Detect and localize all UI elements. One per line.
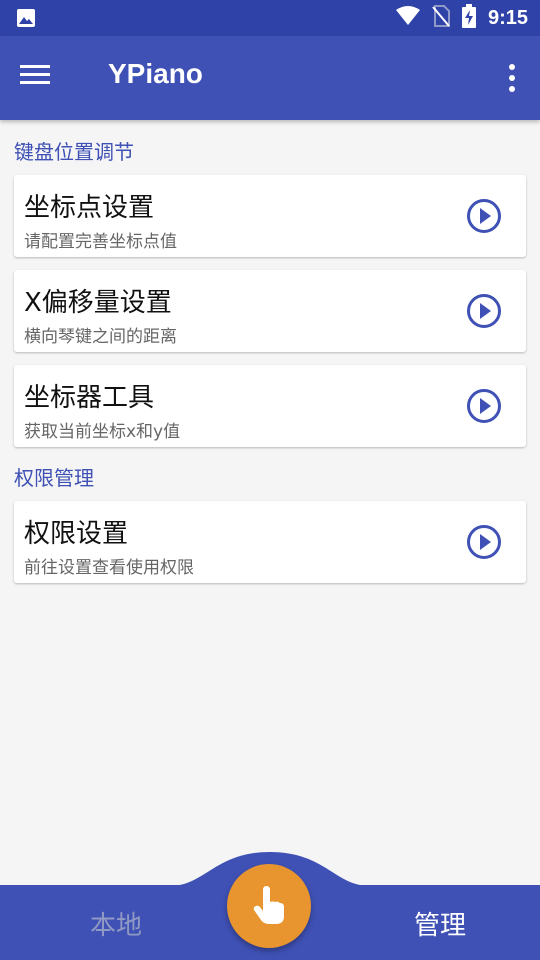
setting-subtitle: 横向琴键之间的距离 xyxy=(24,327,177,347)
more-vert-icon[interactable] xyxy=(502,62,522,94)
app-title: YPiano xyxy=(108,58,203,89)
play-circle-icon[interactable] xyxy=(466,524,502,560)
no-sim-icon xyxy=(432,5,450,31)
setting-title: 坐标点设置 xyxy=(24,193,155,223)
setting-x-offset[interactable]: X偏移量设置 横向琴键之间的距离 xyxy=(14,270,526,352)
setting-permissions[interactable]: 权限设置 前往设置查看使用权限 xyxy=(14,501,526,583)
setting-title: 坐标器工具 xyxy=(24,383,155,413)
touch-hand-icon xyxy=(253,886,284,924)
wifi-icon xyxy=(395,6,420,30)
image-icon xyxy=(16,8,36,32)
battery-charging-icon xyxy=(461,4,476,32)
fab-touch-button[interactable] xyxy=(227,864,311,948)
play-circle-icon[interactable] xyxy=(466,388,502,424)
play-circle-icon[interactable] xyxy=(466,198,502,234)
status-bar: 9:15 xyxy=(0,0,540,36)
play-circle-icon[interactable] xyxy=(466,293,502,329)
nav-tab-manage[interactable]: 管理 xyxy=(414,905,466,942)
app-bar: YPiano xyxy=(0,36,540,120)
setting-title: X偏移量设置 xyxy=(24,288,172,318)
setting-coordinate-tool[interactable]: 坐标器工具 获取当前坐标x和y值 xyxy=(14,365,526,447)
status-time: 9:15 xyxy=(487,6,528,29)
nav-tab-local[interactable]: 本地 xyxy=(90,905,142,942)
setting-subtitle: 请配置完善坐标点值 xyxy=(24,232,177,252)
section-title-keyboard: 键盘位置调节 xyxy=(14,140,134,164)
section-title-permissions: 权限管理 xyxy=(14,466,94,490)
setting-subtitle: 前往设置查看使用权限 xyxy=(24,558,194,578)
menu-icon[interactable] xyxy=(20,64,64,94)
setting-coordinate-points[interactable]: 坐标点设置 请配置完善坐标点值 xyxy=(14,175,526,257)
setting-subtitle: 获取当前坐标x和y值 xyxy=(24,422,181,442)
setting-title: 权限设置 xyxy=(24,519,129,549)
